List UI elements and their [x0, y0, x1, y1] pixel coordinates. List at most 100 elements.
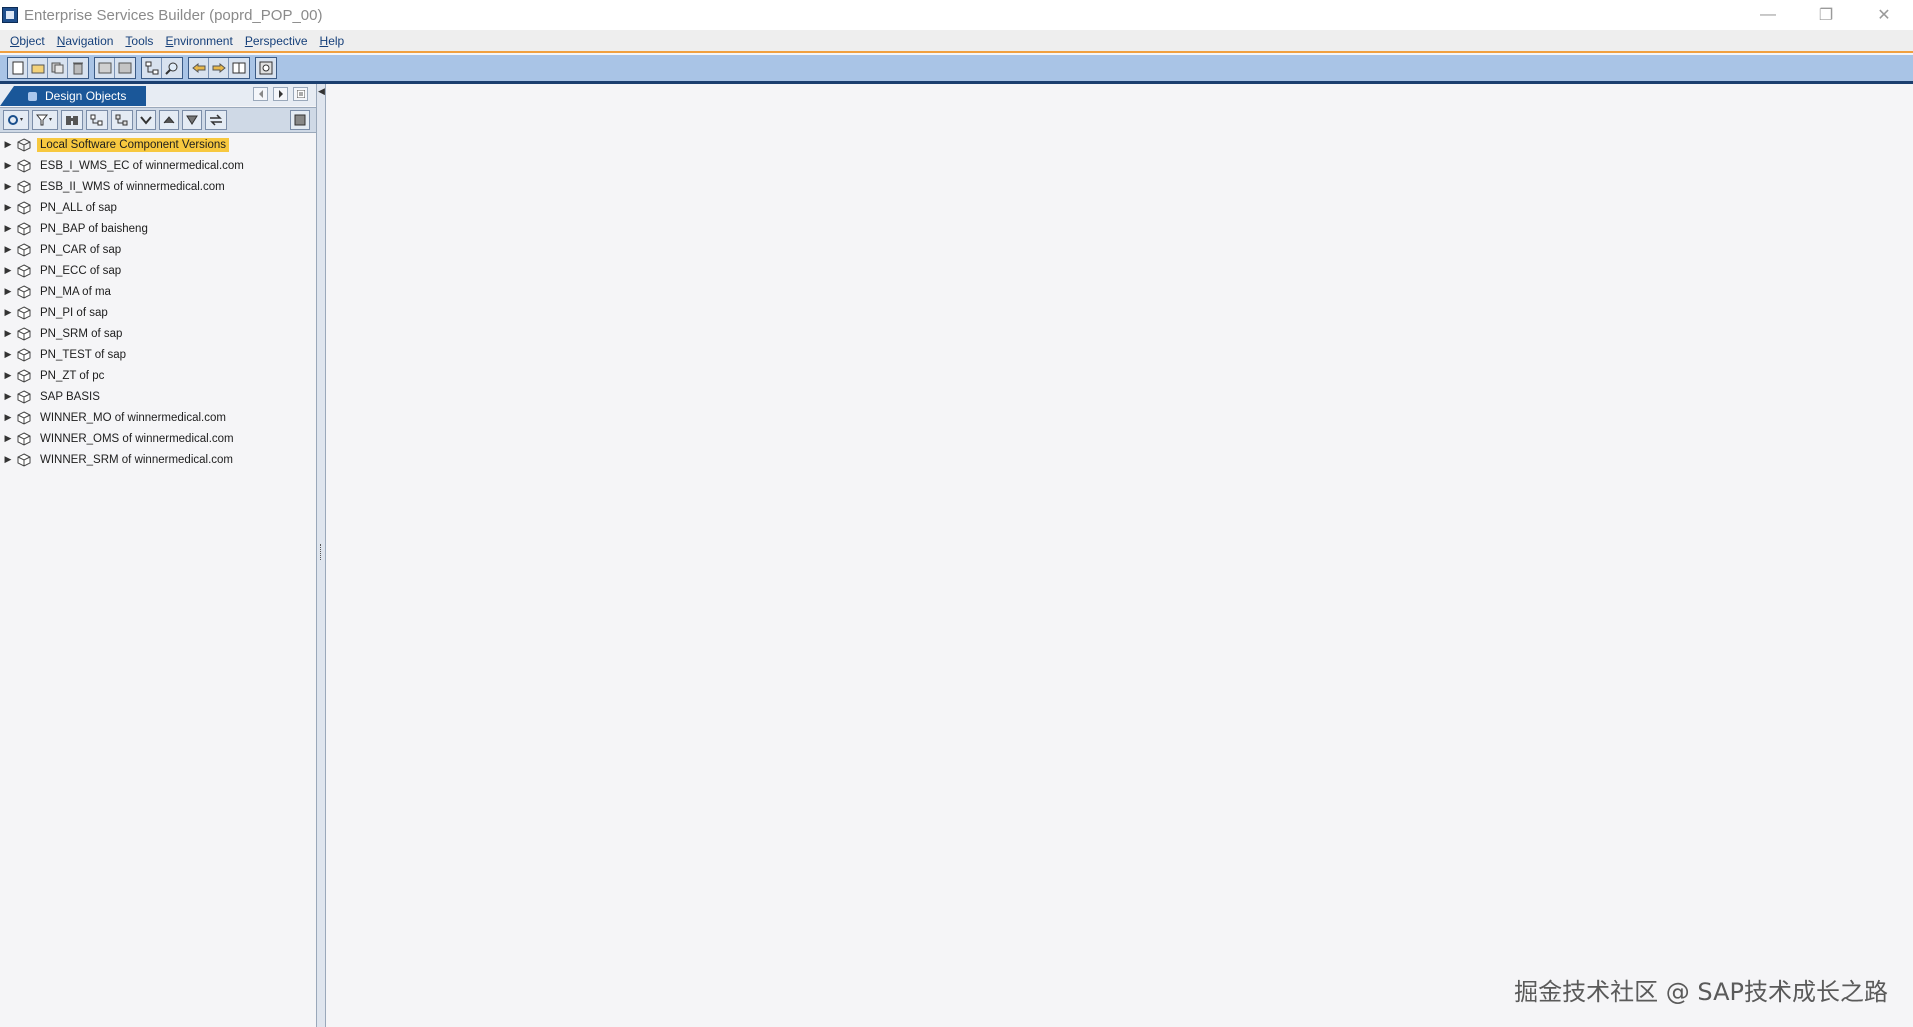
tree-item[interactable]: ▶ PN_ECC of sap — [0, 260, 316, 281]
menu-perspective[interactable]: Perspective — [245, 34, 308, 48]
close-button[interactable]: ✕ — [1855, 0, 1913, 30]
open-folder-icon — [31, 64, 44, 74]
expand-arrow-icon[interactable]: ▶ — [0, 349, 16, 360]
sort-button[interactable] — [182, 110, 202, 130]
expand-arrow-icon[interactable]: ▶ — [0, 244, 16, 255]
software-component-icon — [16, 263, 32, 279]
chevron-left-icon — [258, 90, 263, 98]
expand-arrow-icon[interactable]: ▶ — [0, 286, 16, 297]
expand-arrow-icon[interactable]: ▶ — [0, 139, 16, 150]
copy-icon — [51, 62, 63, 74]
object-tree: ▶ Local Software Component Versions ▶ ES… — [0, 134, 316, 470]
tree-item[interactable]: ▶ PN_ALL of sap — [0, 197, 316, 218]
navigation-panel: Design Objects ▶ Local Software Componen… — [0, 84, 317, 1027]
forward-button[interactable] — [209, 58, 229, 78]
copy-object-button[interactable] — [48, 58, 68, 78]
activate-button[interactable] — [115, 58, 135, 78]
chevron-down-icon — [140, 116, 152, 125]
tree-expand-icon — [90, 114, 103, 126]
menu-environment[interactable]: Environment — [165, 34, 232, 48]
collapse-panel-icon[interactable]: ◀ — [318, 86, 325, 97]
toggle-view-button[interactable] — [229, 58, 249, 78]
expand-arrow-icon[interactable]: ▶ — [0, 328, 16, 339]
collapse-tree-button[interactable] — [111, 110, 133, 130]
expand-arrow-icon[interactable]: ▶ — [0, 412, 16, 423]
software-component-icon — [16, 326, 32, 342]
new-object-button[interactable] — [8, 58, 28, 78]
settings-button[interactable] — [256, 58, 276, 78]
tree-item[interactable]: ▶ PN_PI of sap — [0, 302, 316, 323]
filter-dropdown-button[interactable] — [32, 110, 58, 130]
tree-item[interactable]: ▶ PN_SRM of sap — [0, 323, 316, 344]
tab-scroll-left-button[interactable] — [253, 87, 268, 101]
software-component-icon — [16, 368, 32, 384]
restore-button[interactable]: ❐ — [1797, 0, 1855, 30]
funnel-icon — [186, 115, 198, 125]
list-icon — [98, 62, 111, 74]
panel-splitter[interactable]: ◀ — [317, 84, 326, 1027]
expand-arrow-icon[interactable]: ▶ — [0, 391, 16, 402]
expand-arrow-icon[interactable]: ▶ — [0, 454, 16, 465]
tab-scroll-right-button[interactable] — [273, 87, 288, 101]
arrow-left-icon — [191, 62, 205, 74]
tree-item[interactable]: ▶ WINNER_OMS of winnermedical.com — [0, 428, 316, 449]
delete-object-button[interactable] — [68, 58, 88, 78]
tree-item[interactable]: ▶ SAP BASIS — [0, 386, 316, 407]
open-object-button[interactable] — [28, 58, 48, 78]
toolbar-group-tools — [141, 57, 183, 79]
tree-item[interactable]: ▶ ESB_I_WMS_EC of winnermedical.com — [0, 155, 316, 176]
tree-item[interactable]: ▶ Local Software Component Versions — [0, 134, 316, 155]
panel-tab-strip: Design Objects — [0, 84, 316, 106]
expand-arrow-icon[interactable]: ▶ — [0, 202, 16, 213]
panel-toolbar — [0, 107, 316, 133]
tree-item[interactable]: ▶ PN_CAR of sap — [0, 239, 316, 260]
window-title: Enterprise Services Builder (poprd_POP_0… — [24, 6, 323, 24]
software-component-icon — [16, 431, 32, 447]
search-button[interactable] — [162, 58, 182, 78]
tree-item[interactable]: ▶ PN_MA of ma — [0, 281, 316, 302]
toolbar-group-file — [7, 57, 89, 79]
minimize-panel-button[interactable] — [290, 110, 310, 130]
menu-tools[interactable]: Tools — [125, 34, 153, 48]
window-icon — [232, 62, 246, 74]
software-component-icon — [16, 179, 32, 195]
expand-arrow-icon[interactable]: ▶ — [0, 307, 16, 318]
find-button[interactable] — [61, 110, 83, 130]
back-button[interactable] — [189, 58, 209, 78]
change-list-button[interactable] — [95, 58, 115, 78]
menu-help[interactable]: Help — [320, 34, 345, 48]
where-used-button[interactable] — [142, 58, 162, 78]
watermark-text: 掘金技术社区 @ SAP技术成长之路 — [1514, 978, 1888, 1006]
expand-arrow-icon[interactable]: ▶ — [0, 433, 16, 444]
tab-design-objects[interactable]: Design Objects — [0, 86, 146, 106]
collapse-all-button[interactable] — [159, 110, 179, 130]
software-component-icon — [16, 242, 32, 258]
tree-item[interactable]: ▶ PN_BAP of baisheng — [0, 218, 316, 239]
tree-item[interactable]: ▶ WINNER_MO of winnermedical.com — [0, 407, 316, 428]
minimize-button[interactable]: — — [1739, 0, 1797, 30]
main-toolbar — [0, 55, 1913, 84]
expand-arrow-icon[interactable]: ▶ — [0, 370, 16, 381]
sync-button[interactable] — [205, 110, 227, 130]
splitter-grip[interactable] — [320, 544, 323, 560]
tree-item[interactable]: ▶ ESB_II_WMS of winnermedical.com — [0, 176, 316, 197]
tree-item[interactable]: ▶ WINNER_SRM of winnermedical.com — [0, 449, 316, 470]
expand-arrow-icon[interactable]: ▶ — [0, 160, 16, 171]
menu-navigation[interactable]: Navigation — [57, 34, 114, 48]
expand-arrow-icon[interactable]: ▶ — [0, 223, 16, 234]
expand-arrow-icon[interactable]: ▶ — [0, 265, 16, 276]
software-component-icon — [16, 158, 32, 174]
preferences-icon — [259, 61, 273, 75]
trash-icon — [73, 62, 83, 75]
tree-item[interactable]: ▶ PN_TEST of sap — [0, 344, 316, 365]
tree-item[interactable]: ▶ PN_ZT of pc — [0, 365, 316, 386]
tab-list-button[interactable] — [293, 87, 308, 101]
expand-arrow-icon[interactable]: ▶ — [0, 181, 16, 192]
expand-tree-button[interactable] — [86, 110, 108, 130]
tab-navigation — [248, 87, 308, 101]
refresh-dropdown-button[interactable] — [3, 110, 29, 130]
software-component-icon — [16, 284, 32, 300]
tab-list-icon — [296, 90, 305, 98]
menu-object[interactable]: Object — [10, 34, 45, 48]
expand-all-button[interactable] — [136, 110, 156, 130]
